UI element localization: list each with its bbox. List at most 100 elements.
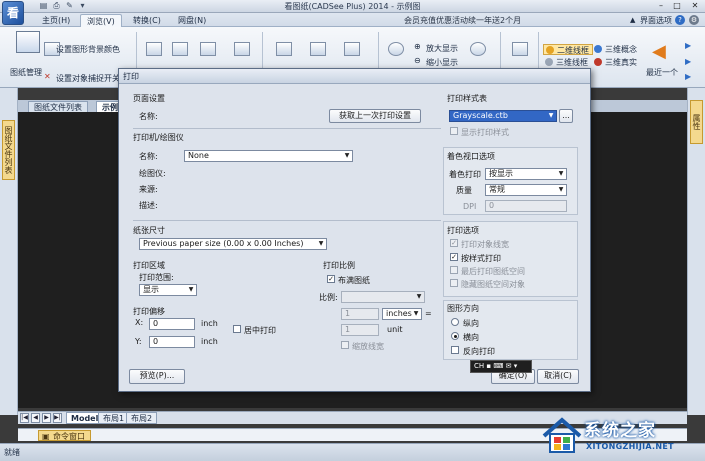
paper-size-select[interactable]: Previous paper size (0.00 x 0.00 Inches)… bbox=[139, 238, 327, 250]
status-text: 就绪 bbox=[4, 448, 20, 457]
page-setup-heading: 页面设置 bbox=[133, 94, 165, 103]
background-color-button[interactable]: 设置图形背景颜色 bbox=[56, 44, 120, 55]
dimension-icon[interactable] bbox=[172, 42, 188, 56]
dialog-title-bar[interactable]: 打印 bbox=[119, 69, 590, 84]
app-logo[interactable]: 看 bbox=[2, 1, 24, 25]
prev-layout-icon[interactable]: ◀ bbox=[31, 413, 40, 423]
chevron-down-icon: ▼ bbox=[318, 240, 324, 247]
zoom-out-button[interactable]: 缩小显示 bbox=[426, 57, 458, 68]
layout-tab-1[interactable]: 布局1 bbox=[98, 412, 130, 424]
last-view-button[interactable]: 最近一个 bbox=[646, 67, 678, 78]
help-icon[interactable]: ? bbox=[675, 15, 685, 25]
chevron-down-icon: ▼ bbox=[344, 152, 350, 159]
cancel-button[interactable]: 取消(C) bbox=[537, 369, 579, 384]
offset-y-unit: inch bbox=[201, 337, 218, 346]
fit-to-paper-checkbox[interactable]: ✓ bbox=[327, 275, 335, 283]
move-icon[interactable] bbox=[146, 42, 162, 56]
edit-plot-style-button[interactable]: ... bbox=[559, 109, 573, 123]
show-plot-style-checkbox[interactable] bbox=[450, 127, 458, 135]
scale-ratio-select[interactable]: ▼ bbox=[341, 291, 425, 303]
last-page-icon[interactable]: ▶ bbox=[685, 72, 691, 81]
view-3d-realistic-button[interactable]: 三维真实 bbox=[592, 57, 640, 68]
file-list-panel-tab[interactable]: 图纸文件列表 bbox=[2, 120, 15, 180]
paper-size-heading: 纸张尺寸 bbox=[133, 226, 165, 235]
tab-home[interactable]: 主页(H) bbox=[36, 14, 76, 27]
concept-icon bbox=[594, 45, 602, 53]
tab-convert[interactable]: 转换(C) bbox=[127, 14, 167, 27]
hide-paperspace-label: 隐藏图纸空间对象 bbox=[461, 280, 525, 289]
text-icon[interactable] bbox=[310, 42, 326, 56]
print-range-label: 打印范围: bbox=[139, 273, 174, 282]
scale-value-2[interactable]: 1 bbox=[341, 324, 379, 336]
minimize-icon[interactable]: – bbox=[654, 0, 668, 12]
scale-value-1[interactable]: 1 bbox=[341, 308, 379, 320]
table-icon[interactable] bbox=[344, 42, 360, 56]
maximize-icon[interactable]: □ bbox=[670, 0, 684, 12]
view-2d-wireframe-button[interactable]: 二维线框 bbox=[543, 44, 593, 55]
view-3d-wireframe-button[interactable]: 三维线框 bbox=[543, 57, 591, 68]
plotter-label: 绘图仪: bbox=[139, 169, 166, 178]
offset-y-input[interactable]: 0 bbox=[149, 336, 195, 348]
portrait-radio[interactable] bbox=[451, 318, 459, 326]
pan-icon[interactable] bbox=[470, 42, 486, 56]
settings-icon[interactable]: ⚙ bbox=[689, 15, 699, 25]
plot-style-select[interactable]: Grayscale.ctb ▼ bbox=[449, 110, 557, 122]
view-3d-concept-button[interactable]: 三维概念 bbox=[592, 44, 640, 55]
find-icon[interactable] bbox=[234, 42, 250, 56]
snap-toggle-icon: ✕ bbox=[44, 72, 51, 81]
properties-panel-tab[interactable]: 属性 bbox=[690, 100, 703, 144]
print-options-heading: 打印选项 bbox=[447, 226, 479, 235]
tab-cloud[interactable]: 网盘(N) bbox=[172, 14, 212, 27]
offset-x-unit: inch bbox=[201, 319, 218, 328]
next-layout-icon[interactable]: ▶ bbox=[42, 413, 51, 423]
drawing-management-label[interactable]: 图纸管理 bbox=[10, 67, 42, 78]
last-layout-icon[interactable]: ▶| bbox=[53, 413, 62, 423]
tab-file-list[interactable]: 图纸文件列表 bbox=[28, 101, 88, 112]
next-page-icon[interactable]: ▶ bbox=[685, 57, 691, 66]
tab-browse[interactable]: 浏览(V) bbox=[80, 14, 122, 27]
quality-select[interactable]: 常规 ▼ bbox=[485, 184, 567, 196]
paperspace-last-checkbox[interactable] bbox=[450, 266, 458, 274]
dpi-input[interactable]: 0 bbox=[485, 200, 567, 212]
scale-lineweight-checkbox[interactable] bbox=[341, 341, 349, 349]
promo-notice[interactable]: 会员充值优惠活动续一年送2个月 bbox=[404, 14, 521, 27]
window-title: 看图纸(CADSee Plus) 2014 - 示例图 bbox=[284, 2, 421, 11]
ime-toolbar[interactable]: CH ▪ ⌨ ✉ ▾ bbox=[470, 360, 532, 373]
zoom-in-button[interactable]: 放大显示 bbox=[426, 43, 458, 54]
show-plot-style-label: 显示打印样式 bbox=[461, 128, 509, 137]
scale-unit-select[interactable]: inches ▼ bbox=[382, 308, 422, 320]
scale-lineweight-label: 缩放线宽 bbox=[352, 342, 384, 351]
drawing-management-icon[interactable] bbox=[12, 29, 44, 65]
first-layout-icon[interactable]: |◀ bbox=[20, 413, 29, 423]
paperspace-last-label: 最后打印图纸空间 bbox=[461, 267, 525, 276]
shade-plot-select[interactable]: 按显示 ▼ bbox=[485, 168, 567, 180]
object-snap-button[interactable]: 设置对象捕捉开关 bbox=[56, 73, 120, 84]
fullscreen-icon[interactable] bbox=[512, 42, 528, 56]
previous-view-icon[interactable]: ◀ bbox=[652, 41, 666, 62]
zoom-window-icon[interactable] bbox=[388, 42, 404, 56]
wire3d-icon bbox=[545, 58, 553, 66]
print-with-styles-checkbox[interactable]: ✓ bbox=[450, 253, 458, 261]
layer-icon[interactable] bbox=[276, 42, 292, 56]
print-offset-heading: 打印偏移 bbox=[133, 307, 165, 316]
printer-select[interactable]: None ▼ bbox=[184, 150, 353, 162]
printer-name-label: 名称: bbox=[139, 152, 158, 161]
fetch-last-settings-button[interactable]: 获取上一次打印设置 bbox=[329, 109, 421, 123]
watermark-title: 系统之家 bbox=[584, 421, 656, 441]
layout-tab-2[interactable]: 布局2 bbox=[126, 412, 158, 424]
interface-options-menu[interactable]: 界面选项 bbox=[640, 14, 672, 27]
center-print-checkbox[interactable] bbox=[233, 325, 241, 333]
hide-paperspace-checkbox[interactable] bbox=[450, 279, 458, 287]
next-icon[interactable]: ▶ bbox=[685, 41, 691, 50]
quality-label: 质量 bbox=[456, 186, 472, 195]
landscape-radio[interactable] bbox=[451, 332, 459, 340]
chevron-down-icon: ▼ bbox=[558, 186, 564, 193]
preview-button[interactable]: 预览(P)... bbox=[129, 369, 185, 384]
reverse-print-checkbox[interactable] bbox=[451, 346, 459, 354]
print-range-select[interactable]: 显示 ▼ bbox=[139, 284, 197, 296]
print-lineweight-checkbox[interactable]: ✓ bbox=[450, 239, 458, 247]
close-icon[interactable]: ✕ bbox=[688, 0, 702, 12]
angle-icon[interactable] bbox=[200, 42, 216, 56]
command-window-tab[interactable]: ▣ 命令窗口 bbox=[38, 430, 91, 441]
offset-x-input[interactable]: 0 bbox=[149, 318, 195, 330]
